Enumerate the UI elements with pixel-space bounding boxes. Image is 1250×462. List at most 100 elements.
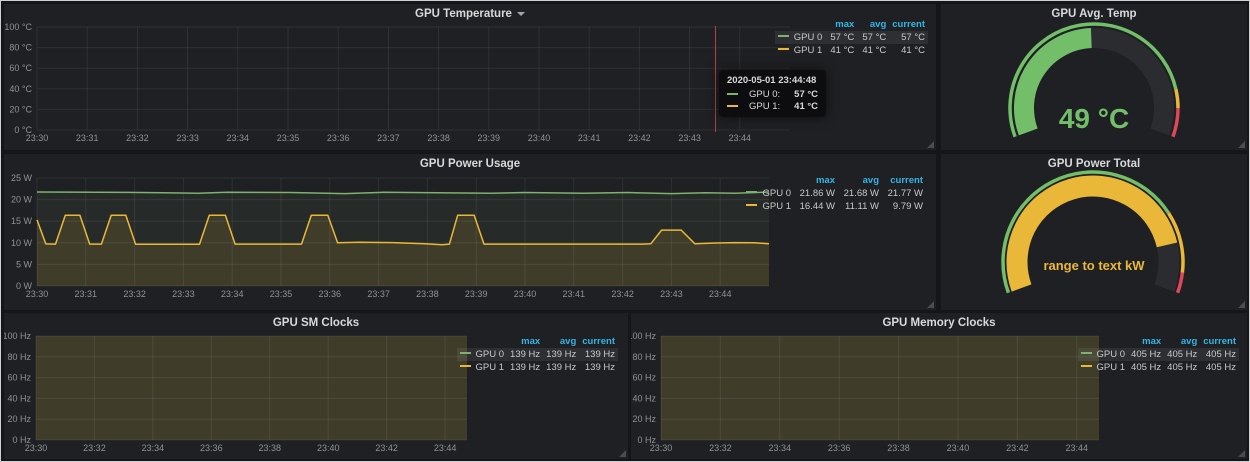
legend-column-header[interactable]: current (889, 18, 928, 31)
y-axis-tick-label: 80 Hz (7, 352, 31, 362)
x-axis-tick-label: 23:36 (828, 443, 851, 453)
x-axis-tick-label: 23:37 (377, 133, 400, 143)
x-axis-tick-label: 23:36 (200, 443, 223, 453)
series-color-dash-icon (778, 48, 789, 50)
legend-column-header[interactable]: current (882, 174, 926, 187)
legend-series-name[interactable]: GPU 0 (1097, 349, 1126, 360)
panel-resize-handle[interactable] (1238, 301, 1245, 308)
gauge-value: 49 °C (941, 103, 1247, 135)
legend-series-name[interactable]: GPU 0 (794, 32, 823, 43)
legend-row: GPU 021.86 W21.68 W21.77 W (743, 187, 926, 200)
panel-resize-handle[interactable] (927, 301, 934, 308)
x-axis-tick-label: 23:38 (427, 133, 450, 143)
y-axis-tick-label: 20 Hz (632, 414, 656, 424)
panel-title[interactable]: GPU Avg. Temp (941, 8, 1247, 20)
y-axis-tick-label: 5 W (16, 259, 33, 269)
y-axis-tick-label: 100 °C (4, 22, 32, 32)
legend-stat-value: 57 °C (889, 31, 928, 44)
x-axis-tick-label: 23:41 (578, 133, 601, 143)
legend-stat-value: 57 °C (857, 31, 889, 44)
legend-series-name[interactable]: GPU 0 (762, 188, 791, 199)
x-axis-tick-label: 23:31 (76, 133, 99, 143)
y-axis-tick-label: 100 Hz (631, 331, 656, 341)
x-axis-tick-label: 23:34 (142, 443, 165, 453)
legend-stat-value: 21.68 W (838, 187, 882, 200)
panel-title-text: GPU Avg. Temp (1051, 8, 1136, 20)
panel-gpu-power-total: GPU Power Total range to text kW (941, 154, 1247, 310)
legend-column-header[interactable]: max (794, 174, 838, 187)
legend-stat-value: 41 °C (857, 44, 889, 57)
panel-title-text: GPU Temperature (415, 8, 512, 20)
legend-stat-value: 41 °C (825, 44, 857, 57)
legend-column-header[interactable]: avg (1164, 335, 1200, 348)
panel-resize-handle[interactable] (1238, 141, 1245, 148)
y-axis-tick-label: 25 W (11, 173, 33, 183)
legend: maxavgcurrentGPU 021.86 W21.68 W21.77 WG… (743, 174, 926, 213)
legend-column-header[interactable]: max (507, 335, 543, 348)
panel-title[interactable]: GPU SM Clocks (4, 317, 628, 329)
legend-series-name[interactable]: GPU 1 (794, 45, 823, 56)
panel-title[interactable]: GPU Power Total (941, 158, 1247, 170)
panel-title-text: GPU SM Clocks (273, 317, 359, 329)
legend-series-name[interactable]: GPU 1 (1097, 362, 1126, 373)
legend-series-name[interactable]: GPU 1 (476, 362, 505, 373)
x-axis-tick-label: 23:40 (947, 443, 970, 453)
legend-column-header[interactable]: avg (838, 174, 882, 187)
y-axis-tick-label: 40 °C (9, 84, 32, 94)
legend-stat-value: 21.86 W (794, 187, 838, 200)
legend-stat-value: 405 Hz (1164, 348, 1200, 361)
legend-column-header[interactable]: current (579, 335, 618, 348)
legend: maxavgcurrentGPU 0405 Hz405 Hz405 HzGPU … (1078, 335, 1239, 374)
legend-column-header[interactable]: max (825, 18, 857, 31)
x-axis-tick-label: 23:43 (660, 289, 683, 299)
x-axis-tick-label: 23:36 (319, 289, 342, 299)
x-axis-tick-label: 23:36 (327, 133, 350, 143)
legend-stat-value: 16.44 W (794, 200, 838, 213)
legend-column-header[interactable]: current (1200, 335, 1239, 348)
panel-gpu-avg-temp: GPU Avg. Temp 49 °C (941, 4, 1247, 150)
x-axis-tick-label: 23:40 (514, 289, 537, 299)
series-color-dash-icon (727, 105, 738, 107)
x-axis-tick-label: 23:39 (465, 289, 488, 299)
x-axis-tick-label: 23:39 (478, 133, 501, 143)
panel-title[interactable]: GPU Power Usage (4, 158, 936, 170)
x-axis-tick-label: 23:40 (528, 133, 551, 143)
legend-row: GPU 0139 Hz139 Hz139 Hz (457, 348, 618, 361)
tooltip-row: GPU 1: 41 °C (727, 101, 818, 112)
panel-resize-handle[interactable] (1238, 450, 1245, 457)
x-axis-tick-label: 23:42 (628, 133, 651, 143)
legend-row: GPU 116.44 W11.11 W9.79 W (743, 200, 926, 213)
x-axis-tick-label: 23:34 (227, 133, 250, 143)
panel-resize-handle[interactable] (927, 141, 934, 148)
legend-header-row: maxavgcurrent (743, 174, 926, 187)
legend-stat-value: 139 Hz (543, 361, 579, 374)
x-axis-tick-label: 23:30 (26, 133, 49, 143)
legend-row: GPU 057 °C57 °C57 °C (775, 31, 928, 44)
legend-stat-value: 9.79 W (882, 200, 926, 213)
x-axis-tick-label: 23:43 (678, 133, 701, 143)
tooltip-series-label: GPU 1: (749, 101, 780, 112)
chevron-down-icon[interactable] (517, 12, 525, 16)
panel-title[interactable]: GPU Memory Clocks (631, 317, 1247, 329)
x-axis-tick-label: 23:38 (416, 289, 439, 299)
legend-column-header[interactable]: max (1128, 335, 1164, 348)
series-area-fill (36, 336, 467, 440)
x-axis-tick-label: 23:33 (172, 289, 195, 299)
panel-resize-handle[interactable] (619, 450, 626, 457)
legend-column-header[interactable]: avg (857, 18, 889, 31)
x-axis-tick-label: 23:30 (26, 289, 49, 299)
legend-stat-value: 41 °C (889, 44, 928, 57)
series-color-dash-icon (727, 93, 738, 95)
legend-series-name[interactable]: GPU 1 (762, 201, 791, 212)
crosshair-line (715, 26, 716, 132)
x-axis-tick-label: 23:35 (270, 289, 293, 299)
legend-column-header[interactable]: avg (543, 335, 579, 348)
series-area-fill (661, 336, 1099, 440)
legend-stat-value: 21.77 W (882, 187, 926, 200)
y-axis-tick-label: 60 Hz (7, 373, 31, 383)
panel-gpu-memory-clocks: GPU Memory Clocks 0 Hz20 Hz40 Hz60 Hz80 … (631, 313, 1247, 459)
tooltip-series-label: GPU 0: (749, 89, 780, 100)
legend-series-name[interactable]: GPU 0 (476, 349, 505, 360)
legend-stat-value: 139 Hz (507, 348, 543, 361)
x-axis-tick-label: 23:32 (83, 443, 106, 453)
